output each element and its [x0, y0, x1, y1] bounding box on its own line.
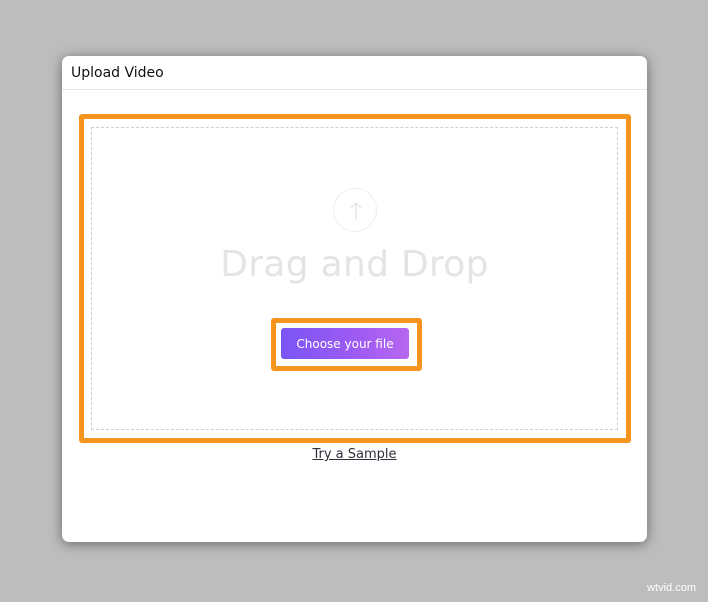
dialog-title: Upload Video: [71, 64, 164, 81]
dropzone-highlight: Drag and Drop Choose your file: [79, 114, 631, 443]
try-sample-link[interactable]: Try a Sample: [62, 447, 647, 462]
watermark: wtvid.com: [647, 582, 696, 594]
upload-arrow-icon: [332, 188, 377, 232]
drag-and-drop-heading: Drag and Drop: [220, 244, 489, 285]
drag-drop-zone[interactable]: Drag and Drop: [91, 127, 618, 430]
choose-file-highlight: Choose your file: [271, 318, 422, 371]
dialog-header: Upload Video: [62, 56, 647, 90]
upload-video-dialog: Upload Video Drag and Drop Choose your f…: [62, 56, 647, 542]
choose-file-button[interactable]: Choose your file: [281, 328, 409, 359]
